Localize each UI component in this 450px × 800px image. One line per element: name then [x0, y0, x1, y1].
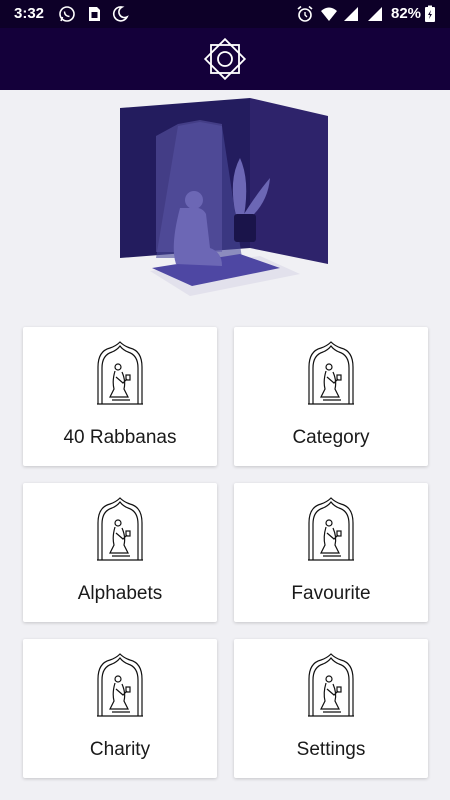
praying-arch-icon	[307, 653, 355, 717]
menu-card-label: Category	[292, 427, 370, 448]
eight-point-star-icon	[203, 37, 247, 81]
status-bar: 3:32 82%	[0, 0, 450, 28]
alarm-icon	[297, 5, 313, 22]
praying-arch-icon	[307, 341, 355, 405]
battery-charging-icon	[425, 5, 435, 22]
menu-card-40-rabbanas[interactable]: 40 Rabbanas	[23, 327, 217, 466]
menu-card-label: Alphabets	[77, 583, 163, 604]
battery-level: 82%	[391, 5, 422, 22]
menu-card-alphabets[interactable]: Alphabets	[23, 483, 217, 622]
praying-arch-icon	[96, 653, 144, 717]
praying-arch-icon	[307, 497, 355, 561]
wifi-icon	[321, 7, 337, 21]
praying-arch-icon	[96, 497, 144, 561]
menu-card-category[interactable]: Category	[234, 327, 428, 466]
menu-card-label: Settings	[296, 739, 366, 760]
signal-icon	[344, 7, 358, 21]
prayer-room-illustration	[120, 98, 328, 296]
praying-arch-icon	[96, 341, 144, 405]
status-time: 3:32	[14, 5, 45, 22]
moon-icon	[112, 6, 129, 22]
menu-card-settings[interactable]: Settings	[234, 639, 428, 778]
signal-icon	[368, 7, 382, 21]
menu-card-label: Charity	[89, 739, 151, 760]
sim-icon	[89, 7, 100, 21]
menu-card-label: Favourite	[291, 583, 371, 604]
menu-card-label: 40 Rabbanas	[63, 427, 177, 448]
menu-card-favourite[interactable]: Favourite	[234, 483, 428, 622]
whatsapp-icon	[59, 6, 75, 22]
app-bar	[0, 28, 450, 90]
menu-card-charity[interactable]: Charity	[23, 639, 217, 778]
